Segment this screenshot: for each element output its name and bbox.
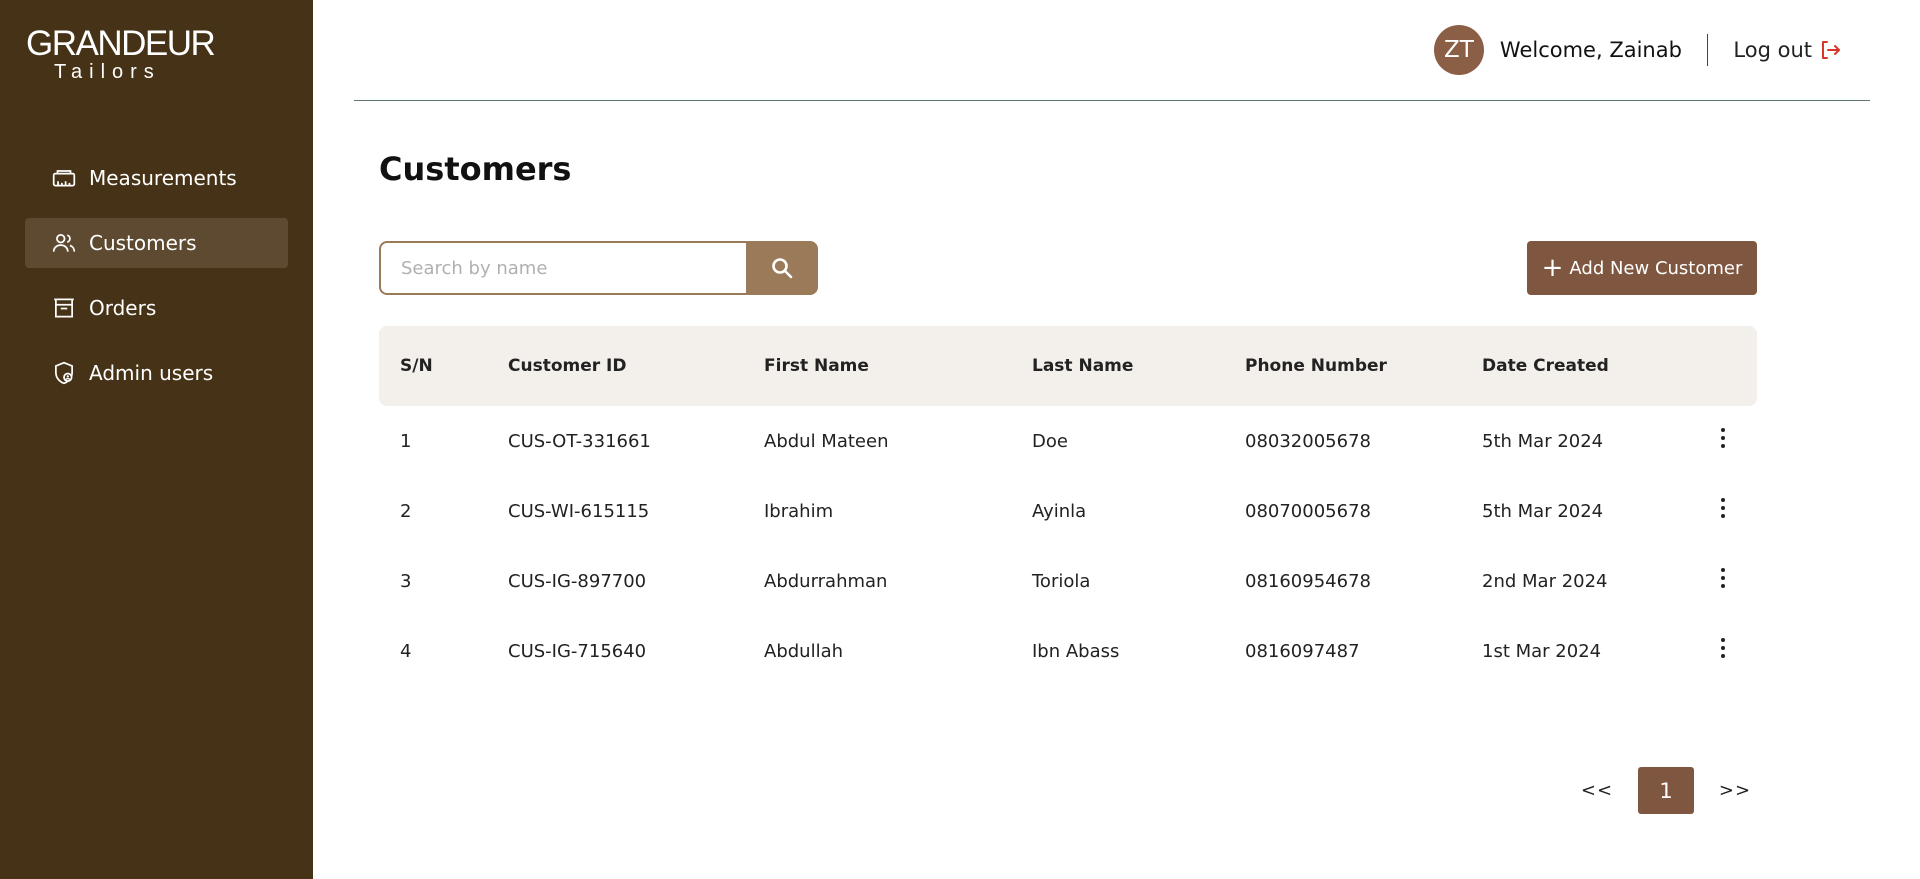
cell-phone: 0816097487 bbox=[1245, 640, 1360, 662]
table-row[interactable]: 2 CUS-WI-615115 Ibrahim Ayinla 080700056… bbox=[379, 476, 1757, 546]
page-number-button[interactable]: 1 bbox=[1638, 767, 1694, 814]
sidebar-nav: Measurements Customers Orders Admin user… bbox=[25, 153, 288, 413]
brand-logo[interactable]: GRANDEUR Tailors bbox=[26, 24, 216, 83]
users-icon bbox=[51, 230, 77, 256]
cell-customer-id: CUS-IG-897700 bbox=[508, 570, 647, 592]
add-customer-button[interactable]: + Add New Customer bbox=[1527, 241, 1757, 295]
cell-date-created: 5th Mar 2024 bbox=[1482, 500, 1604, 522]
sidebar-item-label: Admin users bbox=[89, 361, 214, 385]
cell-customer-id: CUS-WI-615115 bbox=[508, 500, 650, 522]
cell-last-name: Ibn Abass bbox=[1032, 640, 1120, 662]
search-input[interactable] bbox=[379, 241, 746, 295]
cell-first-name: Abdullah bbox=[764, 640, 844, 662]
row-menu-icon[interactable] bbox=[1713, 423, 1733, 453]
column-header: Customer ID bbox=[508, 356, 627, 376]
column-header: S/N bbox=[400, 356, 433, 376]
add-customer-label: Add New Customer bbox=[1569, 257, 1743, 279]
cell-last-name: Ayinla bbox=[1032, 500, 1087, 522]
search-button[interactable] bbox=[746, 241, 818, 295]
brand-sub: Tailors bbox=[54, 61, 161, 83]
table-row[interactable]: 1 CUS-OT-331661 Abdul Mateen Doe 0803200… bbox=[379, 406, 1757, 476]
cell-sn: 1 bbox=[400, 430, 412, 452]
sidebar-item-customers[interactable]: Customers bbox=[25, 218, 288, 268]
page-title: Customers bbox=[379, 150, 572, 188]
sidebar-item-measurements[interactable]: Measurements bbox=[25, 153, 288, 203]
next-page-button[interactable]: >> bbox=[1718, 780, 1752, 801]
sidebar-item-label: Customers bbox=[89, 231, 197, 255]
logout-icon bbox=[1822, 41, 1840, 59]
search-bar bbox=[379, 241, 818, 295]
column-header: First Name bbox=[764, 356, 869, 376]
sidebar-item-orders[interactable]: Orders bbox=[25, 283, 288, 333]
plus-icon: + bbox=[1541, 253, 1564, 283]
column-header: Date Created bbox=[1482, 356, 1609, 376]
cell-date-created: 5th Mar 2024 bbox=[1482, 430, 1604, 452]
cell-phone: 08160954678 bbox=[1245, 570, 1371, 592]
cell-customer-id: CUS-IG-715640 bbox=[508, 640, 647, 662]
cell-sn: 4 bbox=[400, 640, 412, 662]
logout-label: Log out bbox=[1733, 38, 1812, 62]
table-row[interactable]: 4 CUS-IG-715640 Abdullah Ibn Abass 08160… bbox=[379, 616, 1757, 686]
cell-date-created: 1st Mar 2024 bbox=[1482, 640, 1602, 662]
table-row[interactable]: 3 CUS-IG-897700 Abdurrahman Toriola 0816… bbox=[379, 546, 1757, 616]
avatar[interactable]: ZT bbox=[1433, 25, 1484, 75]
cell-first-name: Abdurrahman bbox=[764, 570, 888, 592]
sidebar-item-admin-users[interactable]: Admin users bbox=[25, 348, 288, 398]
welcome-text: Welcome, Zainab bbox=[1499, 38, 1682, 62]
cell-last-name: Toriola bbox=[1032, 570, 1091, 592]
cell-date-created: 2nd Mar 2024 bbox=[1482, 570, 1608, 592]
cell-phone: 08070005678 bbox=[1245, 500, 1371, 522]
search-icon bbox=[772, 258, 793, 279]
cell-last-name: Doe bbox=[1032, 430, 1068, 452]
box-icon bbox=[51, 295, 77, 321]
row-menu-icon[interactable] bbox=[1713, 563, 1733, 593]
cell-first-name: Ibrahim bbox=[764, 500, 834, 522]
header-divider bbox=[1706, 34, 1709, 66]
cell-phone: 08032005678 bbox=[1245, 430, 1371, 452]
sidebar-item-label: Measurements bbox=[89, 166, 237, 190]
pagination: << 1 >> bbox=[1580, 767, 1752, 814]
sidebar: GRANDEUR Tailors Measurements Customers … bbox=[0, 0, 313, 879]
logout-button[interactable]: Log out bbox=[1733, 38, 1842, 62]
row-menu-icon[interactable] bbox=[1713, 493, 1733, 523]
cell-sn: 3 bbox=[400, 570, 412, 592]
table-header: S/N Customer ID First Name Last Name Pho… bbox=[379, 326, 1757, 406]
row-menu-icon[interactable] bbox=[1713, 633, 1733, 663]
measure-icon bbox=[51, 165, 77, 191]
user-area: ZT Welcome, Zainab Log out bbox=[1433, 25, 1842, 75]
cell-customer-id: CUS-OT-331661 bbox=[508, 430, 651, 452]
prev-page-button[interactable]: << bbox=[1580, 780, 1614, 801]
cell-sn: 2 bbox=[400, 500, 412, 522]
customers-table: S/N Customer ID First Name Last Name Pho… bbox=[379, 326, 1757, 686]
column-header: Phone Number bbox=[1245, 356, 1387, 376]
top-header: ZT Welcome, Zainab Log out bbox=[354, 0, 1870, 101]
shield-user-icon bbox=[51, 360, 77, 386]
cell-first-name: Abdul Mateen bbox=[764, 430, 889, 452]
sidebar-item-label: Orders bbox=[89, 296, 157, 320]
column-header: Last Name bbox=[1032, 356, 1134, 376]
brand-name: GRANDEUR bbox=[26, 24, 216, 63]
